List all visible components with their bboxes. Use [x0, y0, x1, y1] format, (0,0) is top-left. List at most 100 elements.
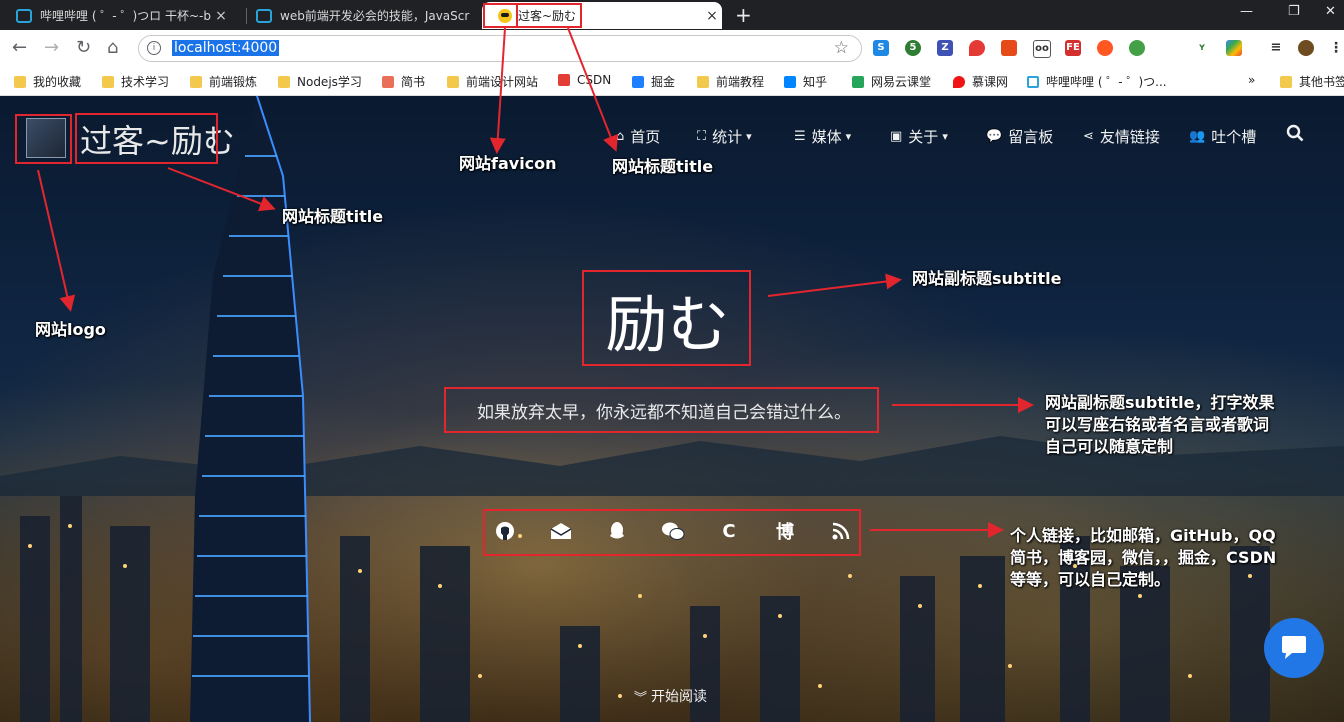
reload-icon[interactable]: ↻ [76, 37, 91, 58]
extension-leaf-icon[interactable]: ʏ [1194, 40, 1210, 56]
bookmark-item[interactable]: 哔哩哔哩 ( ゜- ゜)つ... [1027, 73, 1167, 90]
folder-icon [697, 75, 709, 88]
folder-icon [278, 75, 290, 88]
annotation-header-title: 网站标题title [282, 207, 384, 226]
chevron-down-icon: ▾ [845, 130, 852, 143]
bookmark-item[interactable]: 技术学习 [102, 73, 169, 90]
bookmark-item[interactable]: CSDN [558, 73, 611, 87]
profile-avatar[interactable] [1298, 40, 1314, 56]
annotation-box-socials [483, 509, 861, 556]
id-card-icon: ▣ [890, 129, 903, 144]
tab-strip: 哔哩哔哩 ( ゜- ゜)つロ 干杯~-bilibili × web前端开发必会的… [0, 0, 1344, 30]
bookmark-item[interactable]: 简书 [382, 73, 425, 90]
extension-google-icon[interactable] [1226, 40, 1242, 56]
start-reading-link[interactable]: ︾ 开始阅读 [634, 686, 707, 706]
annotation-box-logo [15, 114, 72, 164]
bookmark-item[interactable]: 前端设计网站 [447, 73, 538, 90]
bilibili-favicon-icon [256, 8, 272, 23]
bilibili-favicon-icon [16, 8, 32, 23]
skyscraper-illustration [190, 96, 311, 722]
tab-title: web前端开发必会的技能，JavaScript [280, 9, 470, 23]
chevron-down-icon: ▾ [746, 130, 752, 143]
bookmark-star-icon[interactable]: ☆ [834, 38, 849, 58]
annotation-box-tab-title [516, 3, 582, 28]
close-window-button[interactable]: ✕ [1325, 4, 1336, 19]
search-icon[interactable] [1286, 124, 1304, 142]
chat-bubble-icon [1282, 636, 1306, 659]
forward-arrow-icon[interactable]: → [44, 37, 59, 58]
extension-fe-icon[interactable]: FE [1065, 40, 1081, 56]
bookmark-item[interactable]: 其他书签 [1280, 73, 1344, 90]
home-icon[interactable]: ⌂ [107, 37, 118, 58]
netease-icon [852, 75, 864, 88]
juejin-icon [632, 75, 644, 88]
nav-stats[interactable]: ⛶ 统计 ▾ [697, 126, 752, 147]
bookmark-item[interactable]: 网易云课堂 [852, 73, 931, 90]
tab-bilibili[interactable]: 哔哩哔哩 ( ゜- ゜)つロ 干杯~-bilibili × [0, 2, 245, 29]
new-tab-button[interactable]: + [735, 3, 752, 27]
minimize-button[interactable]: — [1240, 4, 1253, 19]
csdn-icon [558, 74, 570, 86]
browser-toolbar: ← → ↻ ⌂ i localhost:4000 ☆ S 5 Z oo FE ʏ… [0, 30, 1344, 68]
extension-s-icon[interactable]: S [873, 40, 889, 56]
chat-widget-button[interactable] [1264, 618, 1324, 678]
zhihu-icon [784, 75, 796, 88]
bookmark-item[interactable]: 我的收藏 [14, 73, 81, 90]
extension-orange-icon[interactable] [1097, 40, 1113, 56]
menu-kebab-icon[interactable]: ⋮ [1328, 40, 1344, 56]
nav-guestbook[interactable]: 💬 留言板 [986, 126, 1053, 147]
tab-web-frontend[interactable]: web前端开发必会的技能，JavaScript [240, 2, 478, 29]
bookmark-item[interactable]: 知乎 [784, 73, 827, 90]
back-arrow-icon[interactable]: ← [12, 37, 27, 58]
bookmark-item[interactable]: Nodejs学习 [278, 73, 362, 90]
sitemap-icon: ⛶ [697, 129, 707, 144]
folder-icon [447, 75, 459, 88]
bookmark-item[interactable]: 掘金 [632, 73, 675, 90]
bookmark-item[interactable]: 前端教程 [697, 73, 764, 90]
tab-close-icon[interactable]: × [212, 8, 230, 24]
double-chevron-down-icon: ︾ [634, 690, 648, 706]
annotation-favicon: 网站favicon [459, 154, 557, 173]
jianshu-icon [382, 75, 394, 88]
annotation-socials: 个人链接，比如邮箱，GitHub，QQ 简书，博客园，微信，，掘金，CSDN 等… [1010, 526, 1277, 589]
home-icon: ⌂ [616, 129, 625, 144]
comments-icon: 💬 [986, 129, 1003, 144]
annotation-box-favicon [483, 3, 518, 28]
chevron-down-icon: ▾ [942, 130, 948, 143]
list-icon: ☰ [794, 129, 806, 144]
folder-icon [190, 75, 202, 88]
annotation-box-site-title [75, 113, 218, 164]
info-icon[interactable]: i [147, 41, 161, 55]
bookmarks-bar: 我的收藏 技术学习 前端锻炼 Nodejs学习 简书 前端设计网站 CSDN 掘… [0, 68, 1344, 96]
bilibili-icon [1027, 75, 1039, 88]
extension-green-icon[interactable] [1129, 40, 1145, 56]
nav-rant[interactable]: 👥 吐个槽 [1189, 126, 1256, 147]
nav-media[interactable]: ☰ 媒体 ▾ [794, 126, 851, 147]
extension-oo-icon[interactable]: oo [1033, 40, 1051, 58]
extension-red-icon[interactable] [1001, 40, 1017, 56]
media-list-icon[interactable]: ≡ [1268, 40, 1284, 56]
nav-home[interactable]: ⌂ 首页 [616, 126, 660, 147]
restore-button[interactable]: ❐ [1288, 4, 1300, 19]
extension-shield-icon[interactable]: 5 [905, 40, 921, 56]
bookmark-item[interactable]: 慕课网 [953, 73, 1008, 90]
address-bar[interactable]: i localhost:4000 ☆ [138, 35, 862, 62]
bookmarks-overflow[interactable]: » [1248, 73, 1255, 87]
url-text[interactable]: localhost:4000 [172, 40, 280, 56]
nav-about[interactable]: ▣ 关于 ▾ [890, 126, 948, 147]
annotation-box-motto [444, 387, 879, 433]
folder-icon [102, 75, 114, 88]
annotation-subtitle: 网站副标题subtitle [912, 269, 1062, 288]
annotation-logo: 网站logo [35, 320, 106, 339]
bookmark-item[interactable]: 前端锻炼 [190, 73, 257, 90]
annotation-tab-title: 网站标题title [612, 157, 714, 176]
tab-close-icon[interactable]: × [703, 8, 721, 24]
extension-z-icon[interactable]: Z [937, 40, 953, 56]
share-icon: ⋖ [1083, 129, 1094, 144]
extension-pin-icon[interactable] [969, 40, 985, 56]
tab-title: 哔哩哔哩 ( ゜- ゜)つロ 干杯~-bilibili [40, 9, 212, 23]
annotation-box-subtitle [582, 270, 751, 366]
folder-icon [1280, 75, 1292, 88]
annotation-motto: 网站副标题subtitle，打字效果 可以写座右铭或者名言或者歌词 自己可以随意… [1045, 393, 1275, 456]
nav-friend-links[interactable]: ⋖ 友情链接 [1083, 126, 1160, 147]
